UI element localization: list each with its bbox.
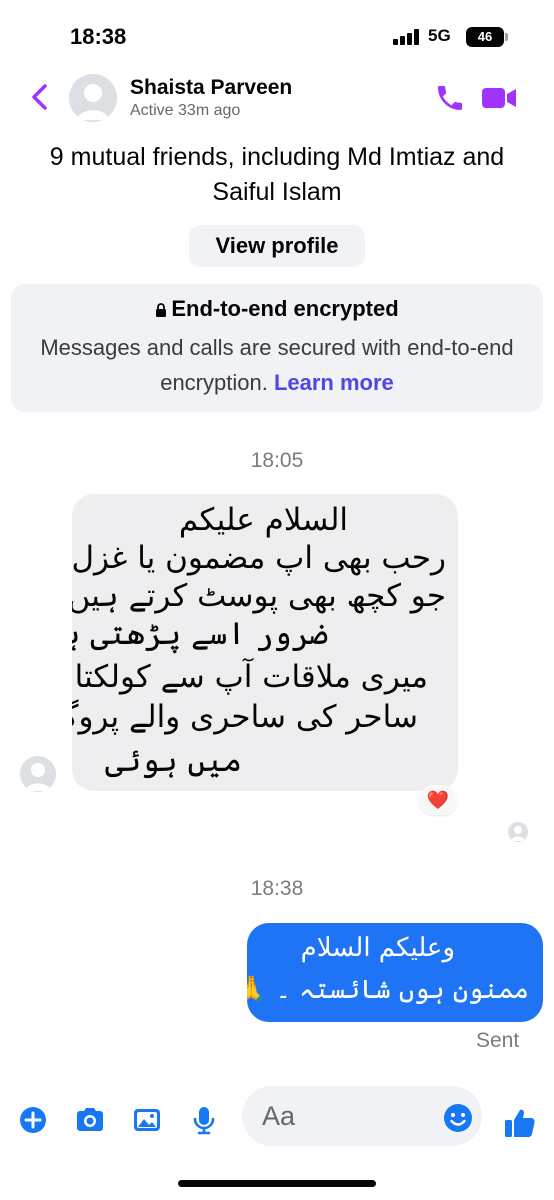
signal-icon: [393, 29, 421, 45]
default-avatar-icon: [20, 756, 56, 792]
network-type: 5G: [428, 26, 451, 45]
message-line: میں ہوئی: [104, 743, 242, 779]
camera-button[interactable]: [74, 1104, 106, 1136]
audio-call-button[interactable]: [434, 82, 466, 114]
camera-icon: [77, 1108, 103, 1131]
learn-more-link[interactable]: Learn more: [274, 370, 394, 395]
message-line: ساحر کی ساحری والے پروگرام: [72, 699, 418, 735]
gallery-button[interactable]: [131, 1104, 163, 1136]
status-time: 18:38: [70, 24, 127, 49]
message-input[interactable]: [262, 1086, 432, 1146]
chevron-left-icon: [32, 84, 47, 110]
video-call-button[interactable]: [480, 82, 518, 114]
phone-icon: [438, 86, 462, 110]
encryption-description: Messages and calls are secured with end-…: [25, 330, 529, 400]
encryption-title: End-to-end encrypted: [11, 296, 543, 322]
lock-icon: [156, 303, 167, 317]
default-avatar-icon: [508, 822, 528, 842]
message-line: میری ملاقات آپ سے کولکتا میں: [72, 659, 428, 695]
thumbs-up-icon: [505, 1109, 535, 1137]
message-line: ممنون ہوں شائستہ ۔ 🙏: [247, 975, 529, 1005]
message-line: وعلیکم السلام: [300, 933, 455, 963]
message-composer: [0, 1080, 554, 1160]
encryption-title-text: End-to-end encrypted: [171, 296, 399, 321]
seen-indicator-avatar: [508, 822, 528, 842]
message-line: السلام علیکم: [178, 502, 348, 538]
emoji-button[interactable]: [442, 1102, 474, 1134]
home-indicator: [178, 1180, 376, 1187]
microphone-icon: [193, 1107, 215, 1135]
video-camera-icon: [482, 88, 516, 108]
status-bar: 18:38 5G 46: [0, 0, 554, 70]
message-line: ضرور اسے پڑھتی ہوں: [72, 616, 328, 652]
voice-message-button[interactable]: [188, 1104, 220, 1136]
smiley-icon: [444, 1104, 472, 1132]
heart-reaction[interactable]: ❤️: [419, 785, 457, 815]
message-timestamp: 18:38: [250, 877, 304, 900]
outgoing-message-bubble[interactable]: وعلیکم السلام ممنون ہوں شائستہ ۔ 🙏: [247, 923, 543, 1022]
view-profile-button[interactable]: View profile: [189, 225, 365, 267]
default-avatar-icon: [69, 74, 117, 122]
message-input-container[interactable]: [242, 1086, 482, 1146]
contact-name[interactable]: Shaista Parveen: [130, 76, 292, 100]
like-button[interactable]: [503, 1106, 537, 1140]
message-line: جو کچھ بھی پوسٹ کرتے ہیں میں: [72, 578, 446, 614]
image-icon: [134, 1109, 160, 1131]
message-line: رحب بھی اپ مضمون یا غزل: [72, 540, 446, 576]
message-timestamp: 18:05: [250, 449, 304, 472]
back-button[interactable]: [26, 80, 56, 114]
mutual-friends-text: 9 mutual friends, including Md Imtiaz an…: [49, 143, 505, 206]
encryption-notice: End-to-end encrypted Messages and calls …: [11, 284, 543, 412]
chat-header: Shaista Parveen Active 33m ago: [0, 70, 554, 128]
sender-avatar[interactable]: [20, 756, 56, 792]
incoming-message-bubble[interactable]: السلام علیکم رحب بھی اپ مضمون یا غزل جو …: [72, 494, 458, 791]
active-status: Active 33m ago: [130, 102, 241, 119]
plus-circle-icon: [20, 1107, 46, 1133]
contact-avatar[interactable]: [69, 74, 117, 122]
add-button[interactable]: [17, 1104, 49, 1136]
sent-status: Sent: [476, 1029, 520, 1052]
battery-icon: 46: [466, 27, 508, 47]
